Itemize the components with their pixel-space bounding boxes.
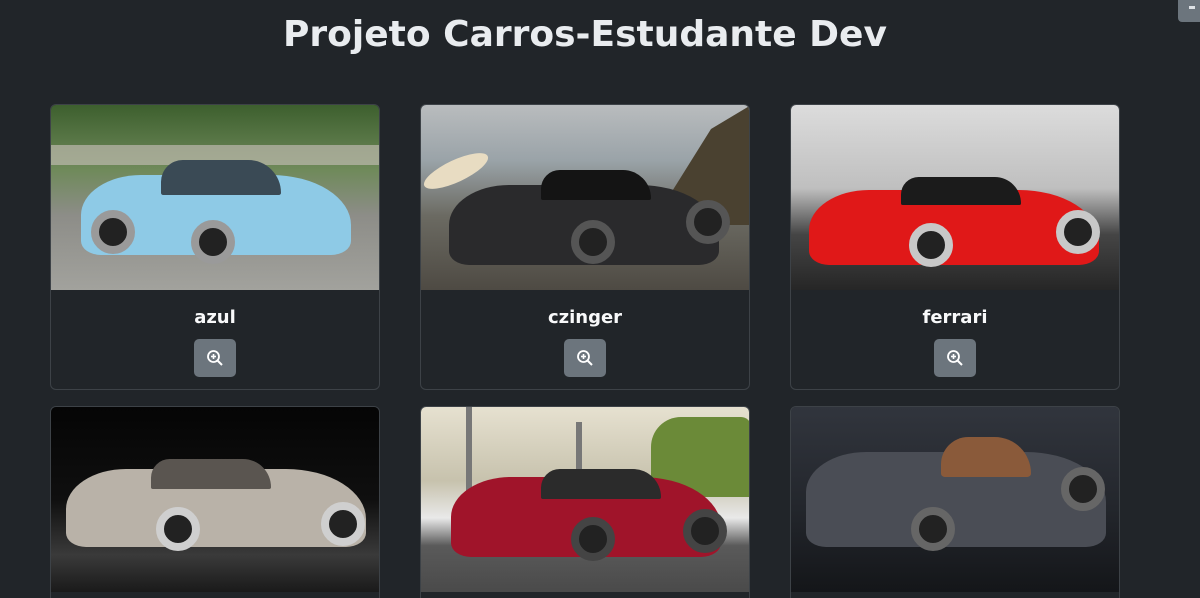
page-title: Projeto Carros-Estudante Dev — [283, 14, 887, 55]
car-image[interactable] — [791, 105, 1119, 290]
car-card-5 — [420, 406, 750, 598]
car-card-azul: azul — [50, 104, 380, 390]
car-name: azul — [194, 307, 236, 328]
zoom-in-icon — [577, 350, 593, 366]
zoom-button[interactable] — [934, 339, 976, 377]
car-name: czinger — [547, 307, 623, 328]
car-name: ferrari — [922, 307, 988, 328]
zoom-in-icon — [947, 350, 963, 366]
car-image[interactable] — [51, 407, 379, 592]
car-card-6 — [790, 406, 1120, 598]
close-button[interactable] — [1178, 0, 1200, 22]
car-image[interactable] — [51, 105, 379, 290]
car-image[interactable] — [421, 105, 749, 290]
zoom-button[interactable] — [194, 339, 236, 377]
car-image[interactable] — [791, 407, 1119, 592]
car-card-4 — [50, 406, 380, 598]
zoom-in-icon — [207, 350, 223, 366]
car-card-czinger: czinger — [420, 104, 750, 390]
car-card-ferrari: ferrari — [790, 104, 1120, 390]
zoom-button[interactable] — [564, 339, 606, 377]
car-image[interactable] — [421, 407, 749, 592]
